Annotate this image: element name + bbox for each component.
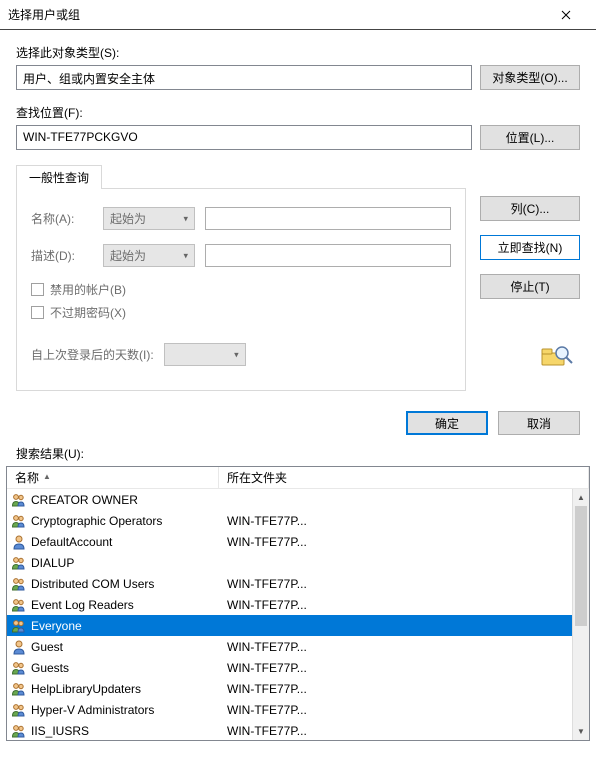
result-row[interactable]: HelpLibraryUpdaters WIN-TFE77P...	[7, 678, 572, 699]
result-name: Hyper-V Administrators	[31, 703, 154, 717]
description-mode-combo[interactable]: 起始为 ▾	[103, 244, 195, 267]
result-name: DIALUP	[31, 556, 74, 570]
group-icon	[11, 618, 27, 634]
result-row[interactable]: Everyone	[7, 615, 572, 636]
result-name: Distributed COM Users	[31, 577, 154, 591]
column-folder[interactable]: 所在文件夹	[219, 467, 589, 488]
window-title: 选择用户或组	[8, 6, 543, 23]
column-folder-label: 所在文件夹	[227, 469, 287, 486]
results-list: 名称 ▲ 所在文件夹 CREATOR OWNER Cryptographic Op…	[6, 466, 590, 741]
titlebar: 选择用户或组	[0, 0, 596, 30]
group-icon	[11, 660, 27, 676]
group-icon	[11, 555, 27, 571]
name-label: 名称(A):	[31, 210, 93, 227]
disabled-accounts-checkbox[interactable]: 禁用的帐户(B)	[31, 281, 451, 298]
result-row[interactable]: Hyper-V Administrators WIN-TFE77P...	[7, 699, 572, 720]
location-field[interactable]: WIN-TFE77PCKGVO	[16, 125, 472, 150]
result-row[interactable]: DIALUP	[7, 552, 572, 573]
user-icon	[11, 639, 27, 655]
group-icon	[11, 492, 27, 508]
close-icon	[561, 10, 571, 20]
result-row[interactable]: DefaultAccount WIN-TFE77P...	[7, 531, 572, 552]
close-button[interactable]	[543, 0, 588, 29]
group-icon	[11, 597, 27, 613]
name-mode-value: 起始为	[110, 210, 146, 227]
user-icon	[11, 534, 27, 550]
result-name: Everyone	[31, 619, 82, 633]
result-folder: WIN-TFE77P...	[219, 640, 572, 654]
result-name: Guest	[31, 640, 63, 654]
group-icon	[11, 723, 27, 739]
results-label: 搜索结果(U):	[0, 445, 596, 466]
find-now-button[interactable]: 立即查找(N)	[480, 235, 580, 260]
object-type-field[interactable]: 用户、组或内置安全主体	[16, 65, 472, 90]
result-folder: WIN-TFE77P...	[219, 514, 572, 528]
ok-button[interactable]: 确定	[406, 411, 488, 435]
group-icon	[11, 513, 27, 529]
scroll-thumb[interactable]	[575, 506, 587, 626]
object-types-button[interactable]: 对象类型(O)...	[480, 65, 580, 90]
group-icon	[11, 702, 27, 718]
column-name-label: 名称	[15, 469, 39, 486]
result-folder: WIN-TFE77P...	[219, 535, 572, 549]
results-header: 名称 ▲ 所在文件夹	[7, 467, 589, 489]
result-name: IIS_IUSRS	[31, 724, 89, 738]
days-combo[interactable]: ▾	[164, 343, 246, 366]
result-row[interactable]: Guests WIN-TFE77P...	[7, 657, 572, 678]
name-input[interactable]	[205, 207, 451, 230]
name-mode-combo[interactable]: 起始为 ▾	[103, 207, 195, 230]
scrollbar[interactable]: ▲ ▼	[572, 489, 589, 740]
group-icon	[11, 576, 27, 592]
checkbox-icon	[31, 306, 44, 319]
days-since-logon-label: 自上次登录后的天数(I):	[31, 346, 154, 363]
stop-button[interactable]: 停止(T)	[480, 274, 580, 299]
result-name: Guests	[31, 661, 69, 675]
description-mode-value: 起始为	[110, 247, 146, 264]
result-name: CREATOR OWNER	[31, 493, 138, 507]
result-row[interactable]: Cryptographic Operators WIN-TFE77P...	[7, 510, 572, 531]
result-row[interactable]: Event Log Readers WIN-TFE77P...	[7, 594, 572, 615]
result-folder: WIN-TFE77P...	[219, 724, 572, 738]
tab-common-queries[interactable]: 一般性查询	[16, 165, 102, 189]
chevron-down-icon: ▾	[183, 213, 188, 224]
columns-button[interactable]: 列(C)...	[480, 196, 580, 221]
column-name[interactable]: 名称 ▲	[7, 467, 219, 488]
description-label: 描述(D):	[31, 247, 93, 264]
result-name: HelpLibraryUpdaters	[31, 682, 141, 696]
nonexpiring-password-label: 不过期密码(X)	[50, 304, 126, 321]
result-folder: WIN-TFE77P...	[219, 703, 572, 717]
chevron-down-icon: ▾	[234, 349, 239, 360]
result-row[interactable]: Distributed COM Users WIN-TFE77P...	[7, 573, 572, 594]
locations-button[interactable]: 位置(L)...	[480, 125, 580, 150]
result-name: DefaultAccount	[31, 535, 112, 549]
result-row[interactable]: Guest WIN-TFE77P...	[7, 636, 572, 657]
sort-asc-icon: ▲	[43, 472, 51, 481]
result-row[interactable]: IIS_IUSRS WIN-TFE77P...	[7, 720, 572, 740]
nonexpiring-password-checkbox[interactable]: 不过期密码(X)	[31, 304, 451, 321]
result-row[interactable]: CREATOR OWNER	[7, 489, 572, 510]
disabled-accounts-label: 禁用的帐户(B)	[50, 281, 126, 298]
result-folder: WIN-TFE77P...	[219, 682, 572, 696]
checkbox-icon	[31, 283, 44, 296]
group-icon	[11, 681, 27, 697]
result-name: Event Log Readers	[31, 598, 134, 612]
scroll-up-icon[interactable]: ▲	[573, 489, 589, 506]
tab-panel: 名称(A): 起始为 ▾ 描述(D): 起始为 ▾	[16, 188, 466, 391]
result-folder: WIN-TFE77P...	[219, 661, 572, 675]
result-folder: WIN-TFE77P...	[219, 577, 572, 591]
result-folder: WIN-TFE77P...	[219, 598, 572, 612]
object-type-label: 选择此对象类型(S):	[16, 44, 580, 61]
cancel-button[interactable]: 取消	[498, 411, 580, 435]
result-name: Cryptographic Operators	[31, 514, 162, 528]
chevron-down-icon: ▾	[183, 250, 188, 261]
search-folder-icon	[540, 343, 574, 372]
location-label: 查找位置(F):	[16, 104, 580, 121]
description-input[interactable]	[205, 244, 451, 267]
scroll-down-icon[interactable]: ▼	[573, 723, 589, 740]
